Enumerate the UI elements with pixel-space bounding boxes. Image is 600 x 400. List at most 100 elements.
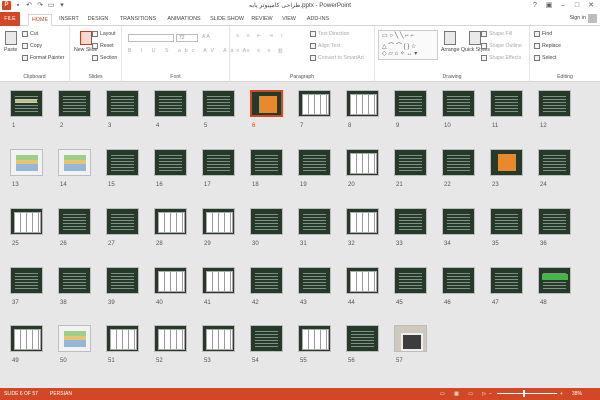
font-name-field[interactable] <box>128 34 174 42</box>
close-icon[interactable]: ✕ <box>584 0 598 11</box>
format-painter-button[interactable]: Format Painter <box>22 55 64 61</box>
minimize-icon[interactable]: – <box>556 0 570 11</box>
slide-thumbnail[interactable] <box>250 325 283 352</box>
slide-thumbnail[interactable] <box>442 90 475 117</box>
maximize-icon[interactable]: □ <box>570 0 584 11</box>
slide-thumbnail[interactable] <box>394 325 427 352</box>
slide-thumbnail[interactable] <box>442 149 475 176</box>
align-buttons[interactable]: ≡ ≡ ≡ ≡ ▥ <box>236 48 286 54</box>
tab-insert[interactable]: INSERT <box>58 14 80 26</box>
slide-thumbnail[interactable] <box>490 267 523 294</box>
tab-slide-show[interactable]: SLIDE SHOW <box>209 14 245 26</box>
slide-thumbnail[interactable] <box>346 325 379 352</box>
layout-button[interactable]: Layout <box>92 31 116 37</box>
slide-thumbnail[interactable] <box>250 267 283 294</box>
slide-thumbnail[interactable] <box>154 208 187 235</box>
slide-thumbnail[interactable] <box>298 208 331 235</box>
shape-fill-button[interactable]: Shape Fill <box>481 31 512 37</box>
slide-thumbnail[interactable] <box>250 149 283 176</box>
slide-thumbnail[interactable] <box>202 149 235 176</box>
slide-thumbnail[interactable] <box>202 90 235 117</box>
slide-thumbnail[interactable] <box>202 325 235 352</box>
select-button[interactable]: Select <box>534 55 556 61</box>
slide-thumbnail[interactable] <box>394 208 427 235</box>
tab-animations[interactable]: ANIMATIONS <box>164 14 204 26</box>
slide-thumbnail[interactable] <box>154 267 187 294</box>
slide-thumbnail[interactable] <box>346 267 379 294</box>
shapes-gallery[interactable]: ▭ ○ ╲ ╲ ⌐ ⌐ △ ⌒ ⌒ { } ☆ ◇ ▱ ⌂ ✧ ↔ ▾ <box>378 30 438 60</box>
slide-thumbnail[interactable] <box>298 90 331 117</box>
slide-thumbnail[interactable] <box>490 90 523 117</box>
slide-thumbnail[interactable] <box>538 267 571 294</box>
tab-transitions[interactable]: TRANSITIONS <box>117 14 159 26</box>
cut-button[interactable]: Cut <box>22 31 38 37</box>
slide-thumbnail[interactable] <box>538 90 571 117</box>
ribbon-display-icon[interactable]: ▣ <box>542 0 556 11</box>
tab-file[interactable]: FILE <box>0 12 20 26</box>
sign-in-link[interactable]: Sign in <box>570 15 586 21</box>
slide-thumbnail[interactable] <box>10 325 43 352</box>
slide-thumbnail[interactable] <box>58 208 91 235</box>
slide-thumbnail[interactable] <box>202 208 235 235</box>
avatar[interactable] <box>588 14 597 23</box>
reset-button[interactable]: Reset <box>92 43 114 49</box>
slide-thumbnail[interactable] <box>442 267 475 294</box>
zoom-slider-knob[interactable] <box>523 390 525 397</box>
text-direction-button[interactable]: Text Direction <box>310 31 349 37</box>
slide-thumbnail[interactable] <box>538 208 571 235</box>
zoom-out-icon[interactable]: − <box>489 391 492 397</box>
arrange-button[interactable]: Arrange <box>441 31 459 53</box>
slide-thumbnail[interactable] <box>250 208 283 235</box>
zoom-slider[interactable] <box>497 393 557 394</box>
slide-thumbnail[interactable] <box>106 149 139 176</box>
tab-add-ins[interactable]: ADD-INS <box>304 14 332 26</box>
slide-thumbnail[interactable] <box>58 325 91 352</box>
slide-thumbnail[interactable] <box>394 90 427 117</box>
zoom-in-icon[interactable]: + <box>560 391 563 397</box>
slide-thumbnail[interactable] <box>298 267 331 294</box>
slide-thumbnail[interactable] <box>346 149 379 176</box>
shape-outline-button[interactable]: Shape Outline <box>481 43 522 49</box>
convert-smartart-button[interactable]: Convert to SmartArt <box>310 55 364 61</box>
slide-thumbnail[interactable] <box>58 90 91 117</box>
slide-thumbnail[interactable] <box>58 149 91 176</box>
help-icon[interactable]: ? <box>528 0 542 11</box>
paste-button[interactable]: Paste <box>4 31 17 53</box>
slide-thumbnail[interactable] <box>346 208 379 235</box>
slide-thumbnail[interactable] <box>442 208 475 235</box>
slide-thumbnail[interactable] <box>346 90 379 117</box>
slide-thumbnail[interactable] <box>106 208 139 235</box>
view-buttons[interactable]: ▭ ▦ ▭ ▷ <box>440 391 490 397</box>
list-buttons[interactable]: ≡ ≡ ⇤ ⇥ ↕ <box>236 33 286 39</box>
slide-thumbnail[interactable] <box>10 267 43 294</box>
tab-home[interactable]: HOME <box>28 14 52 26</box>
copy-button[interactable]: Copy <box>22 43 42 49</box>
slide-thumbnail[interactable] <box>202 267 235 294</box>
slide-thumbnail[interactable] <box>394 149 427 176</box>
slide-thumbnail[interactable] <box>154 325 187 352</box>
find-button[interactable]: Find <box>534 31 552 37</box>
slide-thumbnail-selected[interactable] <box>250 90 283 117</box>
slide-thumbnail[interactable] <box>298 325 331 352</box>
slide-thumbnail[interactable] <box>490 208 523 235</box>
slide-thumbnail[interactable] <box>10 208 43 235</box>
language-indicator[interactable]: PERSIAN <box>50 391 72 397</box>
slide-thumbnail[interactable] <box>106 325 139 352</box>
tab-review[interactable]: REVIEW <box>250 14 274 26</box>
slide-thumbnail[interactable] <box>106 90 139 117</box>
tab-design[interactable]: DESIGN <box>86 14 110 26</box>
replace-button[interactable]: Replace <box>534 43 561 49</box>
zoom-level[interactable]: 38% <box>572 391 582 397</box>
section-button[interactable]: Section <box>92 55 117 61</box>
slide-thumbnail[interactable] <box>490 149 523 176</box>
slide-thumbnail[interactable] <box>394 267 427 294</box>
slide-thumbnail[interactable] <box>58 267 91 294</box>
slide-thumbnail[interactable] <box>154 149 187 176</box>
slide-thumbnail[interactable] <box>298 149 331 176</box>
shape-effects-button[interactable]: Shape Effects <box>481 55 521 61</box>
slide-thumbnail[interactable] <box>106 267 139 294</box>
grow-font-icon[interactable]: A A <box>202 34 210 40</box>
align-text-button[interactable]: Align Text <box>310 43 340 49</box>
slide-thumbnail[interactable] <box>10 90 43 117</box>
tab-view[interactable]: VIEW <box>280 14 298 26</box>
